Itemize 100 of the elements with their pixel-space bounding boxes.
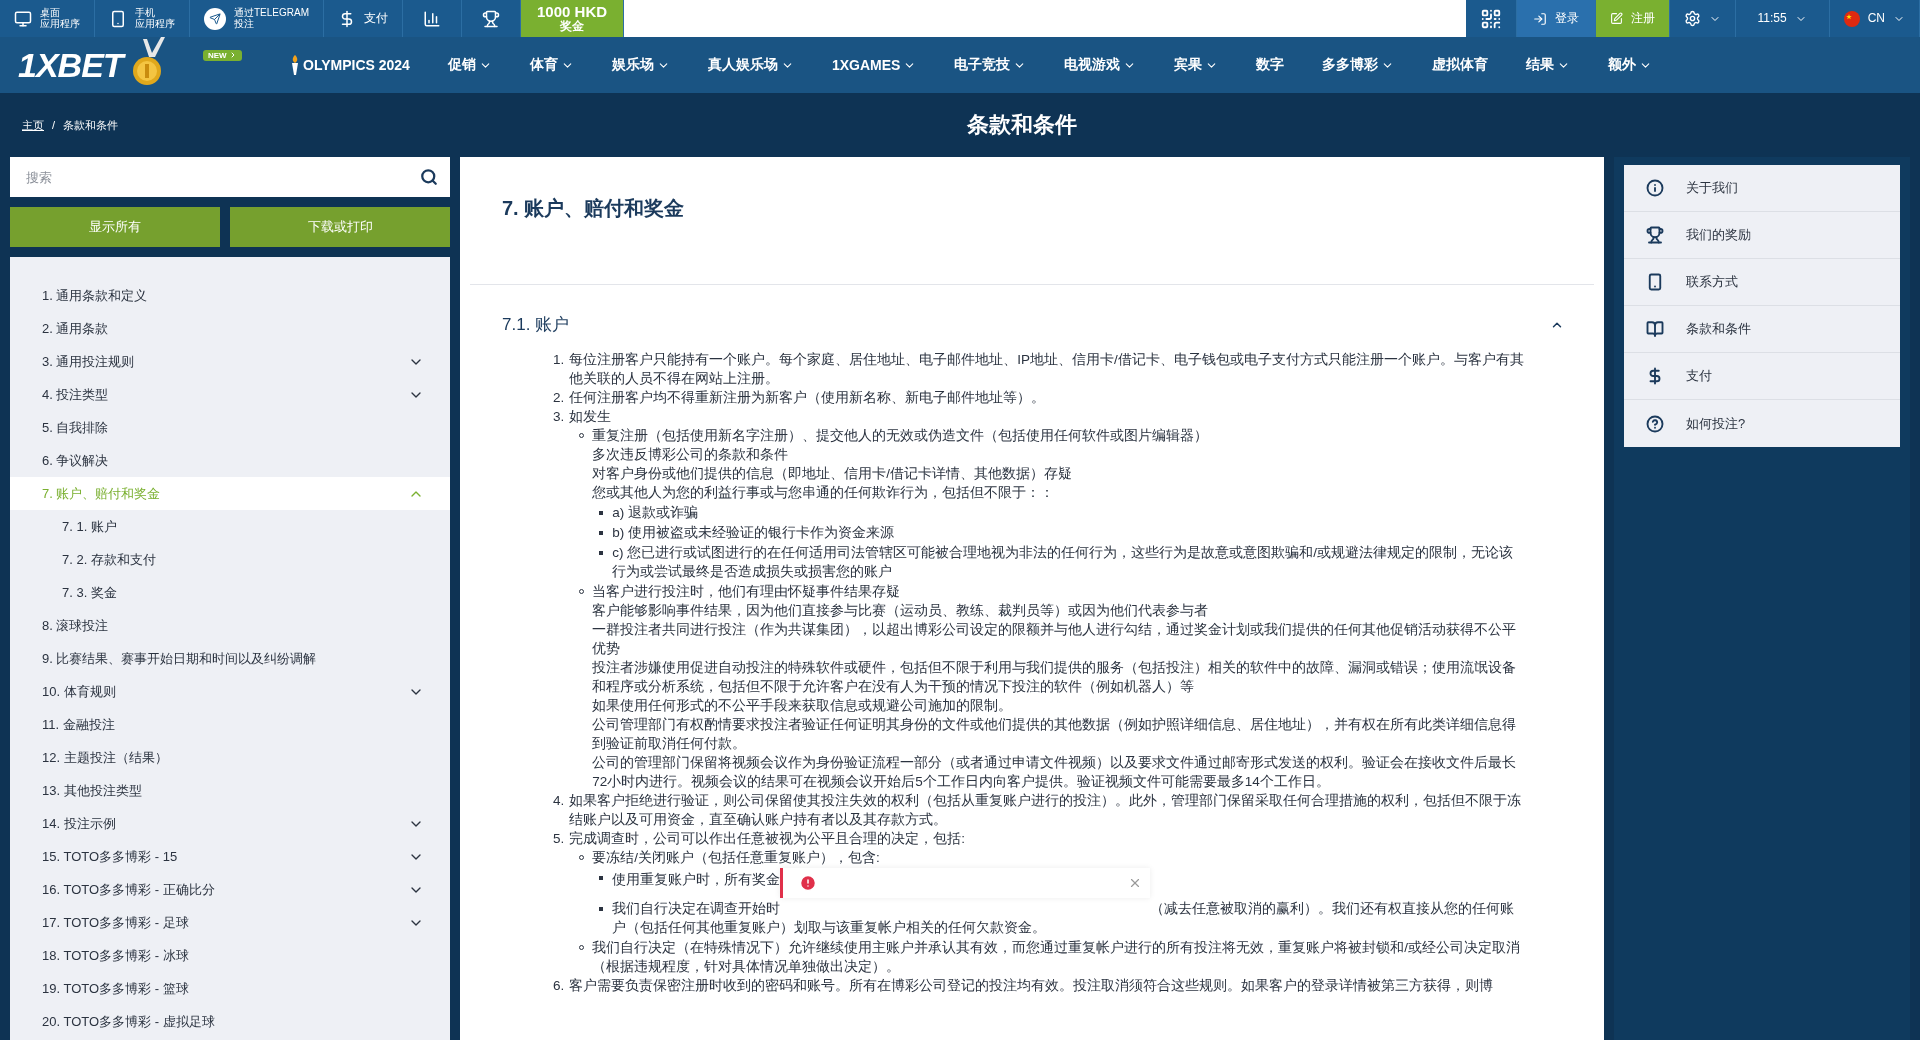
toc-item[interactable]: 20. TOTO多多博彩 - 虚拟足球 <box>10 1005 450 1038</box>
list-number: 4. <box>553 792 565 810</box>
toc-item[interactable]: 5. 自我排除 <box>10 411 450 444</box>
info-menu-item[interactable]: 支付 <box>1624 353 1900 400</box>
trophy-icon <box>482 9 500 28</box>
settings-button[interactable] <box>1669 0 1736 37</box>
language-button[interactable]: CN <box>1829 0 1920 37</box>
toc-item[interactable]: 10. 体育规则 <box>10 675 450 708</box>
list-item-text: 我们自行决定在调查开始时 （减去任意被取消的赢利）。我们还有权直接从您的任何账户（包括任何其他重复账户）划取与该重复帐户相关的任何欠款资金。 <box>612 900 1516 937</box>
toc-item[interactable]: 1. 通用条款和定义 <box>10 279 450 312</box>
trophy-icon <box>1646 226 1664 244</box>
edit-icon <box>1609 12 1623 25</box>
clause-text: 一群投注者共同进行投注（作为共谋集团），以超出博彩公司设定的限额并与他人进行勾结，通过奖金计划或我们提供的任何其他促销活动获得不公平优势 <box>592 621 1518 658</box>
section-header[interactable]: 7.1. 账户 <box>460 285 1604 350</box>
nav-link[interactable]: 宾果 <box>1174 56 1219 74</box>
clause-text: 您或其他人为您的利益行事或与您串通的任何欺诈行为，包括但不限于：： <box>592 484 1056 502</box>
clause-text: 客户需要负责保密注册时收到的密码和账号。所有在博彩公司登记的投注均有效。投注取消须符合这些规则。如果客户的登录详情被第三方获得，则博 <box>569 977 1495 995</box>
toc-item[interactable]: 13. 其他投注类型 <box>10 774 450 807</box>
info-menu-item[interactable]: 联系方式 <box>1624 259 1900 306</box>
toc-item[interactable]: 14. 投注示例 <box>10 807 450 840</box>
toc-subitem[interactable]: 7. 2. 存款和支付 <box>10 543 450 576</box>
toc-item[interactable]: 17. TOTO多多博彩 - 足球 <box>10 906 450 939</box>
clause-text: 要冻结/关闭账户（包括任意重复账户），包含: <box>592 849 880 867</box>
bar-chart-icon <box>423 9 441 28</box>
info-icon <box>1646 179 1664 197</box>
toc-item[interactable]: 4. 投注类型 <box>10 378 450 411</box>
toc-item[interactable]: 19. TOTO多多博彩 - 篮球 <box>10 972 450 1005</box>
toc-item[interactable]: 18. TOTO多多博彩 - 冰球 <box>10 939 450 972</box>
toc-item[interactable]: 12. 主题投注（结果） <box>10 741 450 774</box>
monitor-icon <box>14 9 32 28</box>
book-icon <box>1646 320 1664 338</box>
toc-subitem[interactable]: 7. 1. 账户 <box>10 510 450 543</box>
clause-text: 我们自行决定（在特殊情况下）允许继续使用主账户并承认其有效，而您通过重复帐户进行的所有投注将无效，重复账户将被封锁和/或经公司决定取消（根据违规程度，针对具体情况单独做出决定）。 <box>592 939 1522 976</box>
breadcrumb-separator: / <box>52 119 56 131</box>
time-button[interactable]: 11:55 <box>1735 0 1830 37</box>
clause-text: 如果使用任何形式的不公平手段来获取信息或规避公司施加的限制。 <box>592 697 1014 715</box>
toc-item[interactable]: 2. 通用条款 <box>10 312 450 345</box>
page-title: 条款和条件 <box>966 111 1078 139</box>
list-number: 3. <box>553 408 565 426</box>
info-menu-item[interactable]: 我们的奖励 <box>1624 212 1900 259</box>
search-icon[interactable] <box>420 168 438 186</box>
list-number: 1. <box>553 351 565 369</box>
nav-link[interactable]: OLYMPICS 2024 <box>290 55 410 75</box>
clause-text: 客户能够影响事件结果，因为他们直接参与比赛（运动员、教练、裁判员等）或因为他们代表参与者 <box>592 602 1210 620</box>
clause-text: 当客户进行投注时，他们有理由怀疑事件结果存疑 <box>592 583 902 601</box>
clause-text: 多次违反博彩公司的条款和条件 <box>592 446 790 464</box>
statistics-button[interactable] <box>403 0 462 37</box>
toc-item[interactable]: 3. 通用投注规则 <box>10 345 450 378</box>
alert-icon <box>799 874 818 892</box>
toc-item[interactable]: 15. TOTO多多博彩 - 15 <box>10 840 450 873</box>
gear-icon <box>1683 10 1701 27</box>
telegram-bet-button[interactable]: 通过TELEGRAM 投注 <box>190 0 324 37</box>
desktop-app-button[interactable]: 桌面 应用程序 <box>0 0 95 37</box>
toc-item[interactable]: 6. 争议解决 <box>10 444 450 477</box>
nav-link[interactable]: 虚拟体育 <box>1432 56 1489 74</box>
torch-icon <box>290 55 300 75</box>
nav-link[interactable]: 结果 <box>1526 56 1571 74</box>
login-button[interactable]: 登录 <box>1516 0 1596 37</box>
list-number: 5. <box>553 830 565 848</box>
smartphone-icon <box>109 9 127 28</box>
nav-link[interactable]: 1XGAMES <box>831 57 917 73</box>
article-title: 7. 账户、赔付和奖金 <box>470 157 1594 285</box>
qr-code-button[interactable] <box>1465 0 1517 37</box>
mobile-app-button[interactable]: 手机 应用程序 <box>95 0 190 37</box>
flag-icon <box>1843 10 1860 27</box>
toc-subitem[interactable]: 7. 3. 奖金 <box>10 576 450 609</box>
nav-link[interactable]: 额外 <box>1608 56 1653 74</box>
toc-item[interactable]: 8. 滚球投注 <box>10 609 450 642</box>
info-menu-item[interactable]: 关于我们 <box>1624 165 1900 212</box>
clause-text: 每位注册客户只能持有一个账户。每个家庭、居住地址、电子邮件地址、IP地址、信用卡/借记卡、电子钱包或电子支付方式只能注册一个账户。与客户有其他关联的人员不得在网站上注册。 <box>569 351 1524 388</box>
clause-text: 公司的管理部门保留将视频会议作为身份验证流程一部分（或者通过申请文件视频）以及要求文件通过邮寄形式发送的权利。验证会在接收文件后最长72小时内进行。视频会议的结果可在视频会议开始后5个工作日内向客户提供。验证视频文件可能需要最多14个工作日。 <box>592 754 1518 791</box>
info-menu-item[interactable]: 如何投注? <box>1624 400 1900 447</box>
payments-button[interactable]: 支付 <box>324 0 403 37</box>
clause-text: 重复注册（包括使用新名字注册）、提交他人的无效或伪造文件（包括使用任何软件或图片编辑器） <box>592 427 1209 445</box>
toc-item[interactable]: 9. 比赛结果、赛事开始日期和时间以及纠纷调解 <box>10 642 450 675</box>
nav-link[interactable]: 娱乐场 <box>611 56 670 74</box>
nav-link[interactable]: 数字 <box>1256 56 1285 74</box>
nav-link[interactable]: 电子竞技 <box>954 56 1027 74</box>
trophy-button[interactable] <box>462 0 521 37</box>
clause-text: 如发生 <box>569 408 613 426</box>
toc-item[interactable]: 16. TOTO多多博彩 - 正确比分 <box>10 873 450 906</box>
toc-item[interactable]: 11. 金融投注 <box>10 708 450 741</box>
nav-link[interactable]: 真人娱乐场 <box>707 56 794 74</box>
list-item-text: c) 您已进行或试图进行的在任何适用司法管辖区可能被合理地视为非法的任何行为，这些行为是故意或意图欺骗和/或规避法律规定的限制，无论该行为或尝试最终是否造成损失或损害您的账户 <box>612 544 1514 581</box>
clause-text: 任何注册客户均不得重新注册为新客户（使用新名称、新电子邮件地址等）。 <box>569 389 1047 407</box>
breadcrumb-link[interactable]: 主页 <box>22 117 44 133</box>
smartphone-icon <box>1646 273 1664 291</box>
clause-text: 对客户身份或他们提供的信息（即地址、信用卡/借记卡详情、其他数据）存疑 <box>592 465 1074 483</box>
list-item-text: a) 退款或诈骗 <box>612 504 699 522</box>
info-menu-item[interactable]: 条款和条件 <box>1624 306 1900 353</box>
clause-text: 投注者涉嫌使用促进自动投注的特殊软件或硬件，包括但不限于利用与我们提供的服务（包括投注）相关的软件中的故障、漏洞或错误；使用流氓设备和程序或分析系统，包括但不限于允许客户在没有人为干预的情况下投注的软件（例如机器人）等 <box>592 659 1518 696</box>
qr-code-icon <box>1479 7 1502 30</box>
nav-link[interactable]: 促销 <box>447 56 492 74</box>
breadcrumb-current: 条款和条件 <box>63 117 119 133</box>
nav-link[interactable]: 电视游戏 <box>1064 56 1137 74</box>
nav-link[interactable]: 多多博彩 <box>1322 56 1395 74</box>
login-icon <box>1532 11 1547 26</box>
clause-text: 如果客户拒绝进行验证，则公司保留使其投注失效的权利（包括从重复账户进行的投注）。此外，管理部门保留采取任何合理措施的权利，包括但不限于冻结账户以及可用资金，直至确认账户持有者以及其存款方式。 <box>569 792 1523 829</box>
clause-text: 完成调查时，公司可以作出任意被视为公平且合理的决定，包括: <box>569 830 967 848</box>
nav-link[interactable]: 体育 <box>529 56 574 74</box>
